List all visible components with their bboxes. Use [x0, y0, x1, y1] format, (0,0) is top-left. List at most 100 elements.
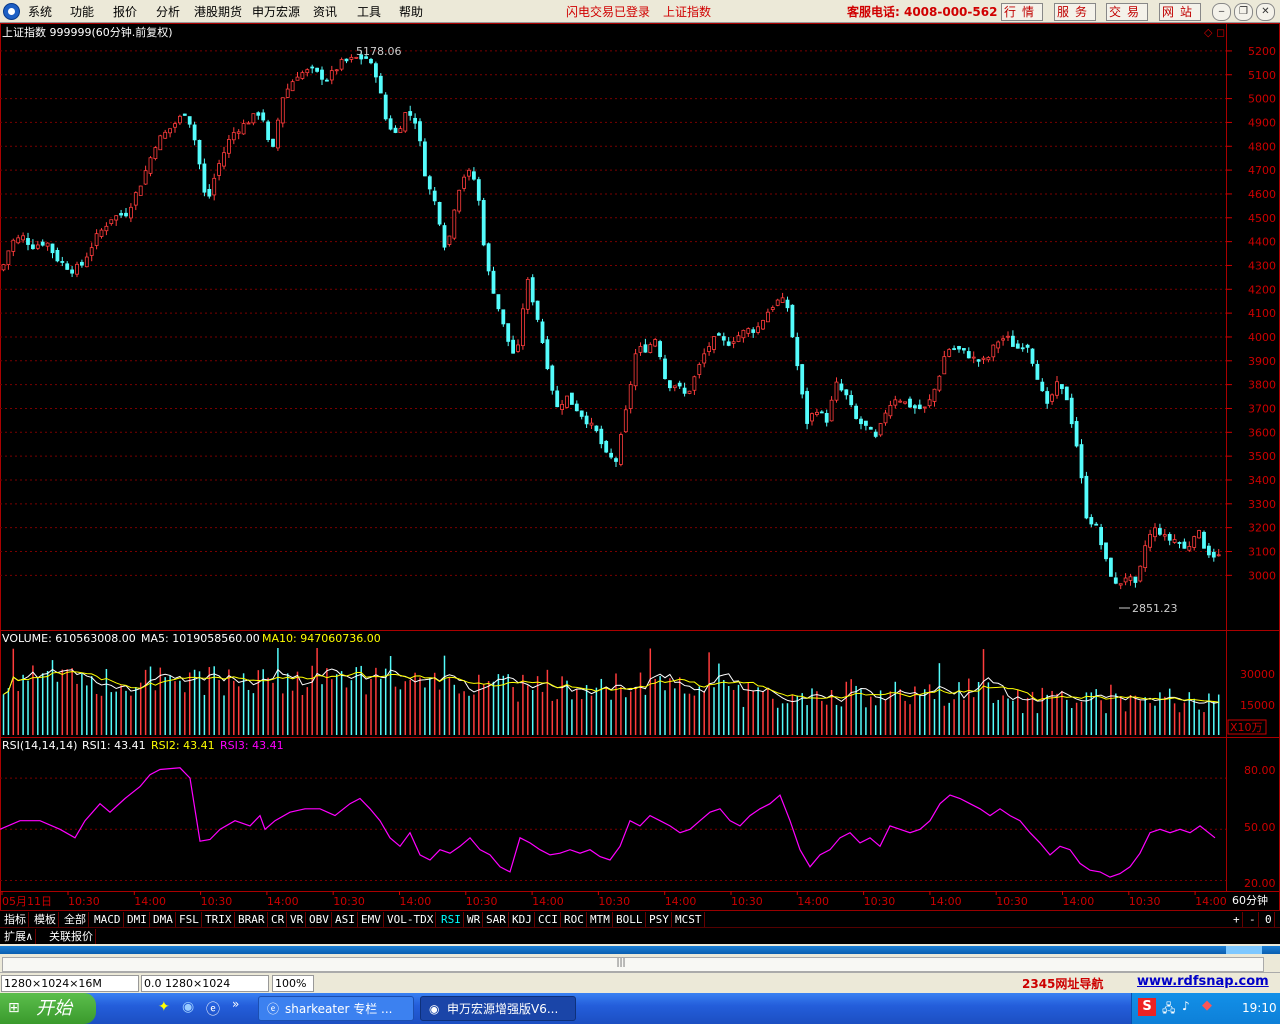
tab-fsl[interactable]: FSL: [177, 912, 202, 927]
candle-body: [1109, 557, 1113, 577]
tab-asi[interactable]: ASI: [333, 912, 358, 927]
menu-news[interactable]: 资讯: [313, 3, 337, 20]
price-tick-label: 5000: [1248, 93, 1276, 106]
menu-analysis[interactable]: 分析: [156, 3, 180, 20]
tab-mcst[interactable]: MCST: [673, 912, 705, 927]
expand-button[interactable]: 扩展∧: [2, 929, 36, 944]
reset-button[interactable]: 0: [1263, 912, 1275, 927]
nav-2345-link[interactable]: 2345网址导航: [1022, 975, 1103, 992]
menu-hk-futures[interactable]: 港股期货: [194, 3, 242, 20]
tab-emv[interactable]: EMV: [359, 912, 384, 927]
candle-body: [1128, 576, 1133, 581]
candle-body: [1143, 545, 1148, 569]
tab-dmi[interactable]: DMI: [125, 912, 150, 927]
candle-body: [1089, 517, 1094, 525]
tab-dma[interactable]: DMA: [151, 912, 176, 927]
candle-body: [560, 404, 564, 410]
candle-body: [271, 138, 275, 147]
rsi-tick-80: 80.00: [1244, 764, 1276, 777]
rsi-title: RSI(14,14,14): [2, 739, 77, 752]
menu-quote[interactable]: 报价: [113, 3, 137, 20]
website-button[interactable]: 网站: [1159, 3, 1201, 21]
time-axis-label: 10:30: [598, 895, 630, 908]
volume-icon[interactable]: ♪: [1182, 999, 1190, 1013]
tab-cci[interactable]: CCI: [536, 912, 561, 927]
candle-body: [222, 152, 226, 167]
tab-vr[interactable]: VR: [288, 912, 307, 927]
quicklaunch-more-icon[interactable]: »: [232, 997, 239, 1011]
tab-vol-tdx[interactable]: VOL-TDX: [385, 912, 437, 927]
horizontal-scrollbar[interactable]: |||: [0, 944, 1280, 972]
chart-area[interactable]: 5200 5100 5000 4900 4800 4700 4600 4500 4400 4300…: [0, 23, 1280, 911]
candle-body: [241, 123, 246, 135]
tab-指标[interactable]: 指标: [2, 912, 29, 927]
restore-icon[interactable]: ❐: [1234, 3, 1253, 21]
quicklaunch-icon-2[interactable]: ◉: [182, 999, 194, 1015]
related-quote-button[interactable]: 关联报价: [47, 929, 96, 944]
candle-body: [173, 123, 177, 128]
candle-body: [971, 356, 976, 359]
tab-trix[interactable]: TRIX: [203, 912, 235, 927]
tab-rsi[interactable]: RSI: [439, 912, 464, 927]
scroll-thumb-grip-icon[interactable]: |||: [612, 957, 630, 970]
candle-body: [516, 344, 520, 352]
quicklaunch-icon-3[interactable]: ⓔ: [206, 999, 220, 1019]
tab-mtm[interactable]: MTM: [588, 912, 613, 927]
candle-body: [65, 263, 70, 270]
candle-body: [913, 405, 917, 409]
swhy-app-icon: ◉: [429, 1002, 440, 1016]
volume-ma5: MA5: 1019058560.00: [141, 632, 260, 645]
task-swhy[interactable]: ◉ 申万宏源增强版V6...: [420, 996, 576, 1021]
hotline: 客服电话: 4008-000-562: [847, 5, 998, 19]
period-label[interactable]: 60分钟: [1232, 893, 1268, 907]
candle-body: [305, 69, 310, 74]
menu-system[interactable]: 系统: [28, 3, 52, 20]
candle-body: [496, 294, 501, 310]
tab-cr[interactable]: CR: [269, 912, 288, 927]
start-button[interactable]: ⊞ 开始: [0, 993, 96, 1024]
scroll-track[interactable]: [2, 957, 1264, 972]
rdfsnap-link[interactable]: www.rdfsnap.com: [1137, 974, 1269, 989]
candle-body: [805, 391, 809, 424]
service-button[interactable]: 服务: [1054, 3, 1096, 21]
zoom-in-button[interactable]: +: [1231, 912, 1243, 927]
menu-help[interactable]: 帮助: [399, 3, 423, 20]
candle-body: [1094, 523, 1099, 526]
candle-body: [883, 412, 888, 424]
tab-psy[interactable]: PSY: [647, 912, 672, 927]
quicklaunch-icon-1[interactable]: ✦: [158, 999, 170, 1015]
candle-body: [579, 410, 584, 417]
tab-kdj[interactable]: KDJ: [510, 912, 535, 927]
trade-button[interactable]: 交易: [1106, 3, 1148, 21]
tab-boll[interactable]: BOLL: [614, 912, 646, 927]
candle-body: [1064, 386, 1069, 401]
tab-sar[interactable]: SAR: [484, 912, 509, 927]
menu-tools[interactable]: 工具: [357, 3, 381, 20]
price-tick-label: 4500: [1248, 212, 1276, 225]
menu-function[interactable]: 功能: [70, 3, 94, 20]
tab-roc[interactable]: ROC: [562, 912, 587, 927]
market-button[interactable]: 行情: [1001, 3, 1043, 21]
candle-body: [721, 336, 726, 341]
network-icon[interactable]: 🖧: [1162, 999, 1175, 1020]
candle-body: [246, 122, 251, 125]
tab-全部[interactable]: 全部: [62, 912, 89, 927]
tab-wr[interactable]: WR: [465, 912, 484, 927]
sogou-ime-icon[interactable]: S: [1138, 998, 1156, 1016]
candle-body: [422, 141, 427, 177]
menu-swhy[interactable]: 申万宏源: [252, 3, 300, 20]
task-sharkeater[interactable]: ⓔ sharkeater 专栏 ...: [258, 996, 414, 1021]
tab-macd[interactable]: MACD: [92, 912, 124, 927]
close-icon[interactable]: ✕: [1256, 3, 1275, 21]
tab-模板[interactable]: 模板: [32, 912, 59, 927]
zoom-out-button[interactable]: -: [1247, 912, 1259, 927]
candle-body: [908, 398, 912, 408]
minimize-icon[interactable]: ‒: [1212, 3, 1231, 21]
candle-body: [535, 300, 540, 320]
tab-obv[interactable]: OBV: [307, 912, 332, 927]
candle-body: [26, 238, 30, 245]
candle-body: [609, 452, 613, 458]
chart-options-icon[interactable]: ◇ ◻: [1204, 26, 1225, 39]
security-icon[interactable]: ◆: [1202, 998, 1212, 1013]
tab-brar[interactable]: BRAR: [236, 912, 268, 927]
